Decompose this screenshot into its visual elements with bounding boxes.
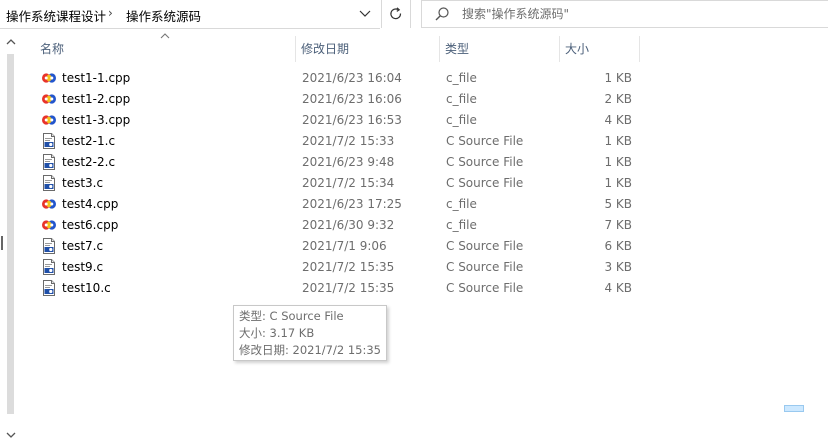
column-header-name[interactable]: 名称 xyxy=(40,34,64,64)
column-divider[interactable] xyxy=(295,36,296,62)
pane-resize-marker[interactable] xyxy=(1,236,3,250)
file-type: C Source File xyxy=(446,239,524,253)
file-type: C Source File xyxy=(446,155,524,169)
address-history-button[interactable] xyxy=(352,2,378,26)
file-name: test1-1.cpp xyxy=(62,71,131,85)
file-name: test9.c xyxy=(62,260,104,274)
file-name: test10.c xyxy=(62,281,111,295)
file-date: 2021/7/2 15:33 xyxy=(302,134,395,148)
scroll-up-arrow-icon[interactable] xyxy=(6,38,16,46)
file-type: C Source File xyxy=(446,134,524,148)
c-file-icon xyxy=(41,280,57,296)
file-date: 2021/6/23 17:25 xyxy=(302,197,402,211)
cpp-file-icon xyxy=(41,91,57,107)
file-row[interactable]: test2-1.c 2021/7/2 15:33 C Source File 1… xyxy=(22,131,662,152)
breadcrumb-separator-icon[interactable]: › xyxy=(108,6,113,20)
file-info-tooltip: 类型: C Source File 大小: 3.17 KB 修改日期: 2021… xyxy=(233,305,387,361)
tooltip-date: 修改日期: 2021/7/2 15:35 xyxy=(239,343,381,357)
file-type: c_file xyxy=(446,197,477,211)
file-row[interactable]: test4.cpp 2021/6/23 17:25 c_file 5 KB xyxy=(22,194,662,215)
file-date: 2021/6/23 9:48 xyxy=(302,155,395,169)
top-bar: 操作系统课程设计 › 操作系统源码 xyxy=(0,0,828,30)
file-name: test4.cpp xyxy=(62,197,119,211)
refresh-button[interactable] xyxy=(381,0,411,28)
file-date: 2021/6/23 16:53 xyxy=(302,113,402,127)
file-size: 1 KB xyxy=(604,71,632,85)
c-file-icon xyxy=(41,259,57,275)
breadcrumb-parent[interactable]: 操作系统课程设计 xyxy=(6,6,106,25)
file-type: c_file xyxy=(446,92,477,106)
file-name: test1-2.cpp xyxy=(62,92,131,106)
search-box[interactable] xyxy=(421,0,828,28)
file-name: test2-1.c xyxy=(62,134,116,148)
column-header-date[interactable]: 修改日期 xyxy=(301,34,349,64)
file-date: 2021/7/1 9:06 xyxy=(302,239,387,253)
tooltip-size: 大小: 3.17 KB xyxy=(239,326,315,340)
file-type: c_file xyxy=(446,113,477,127)
file-row[interactable]: test6.cpp 2021/6/30 9:32 c_file 7 KB xyxy=(22,215,662,236)
file-date: 2021/6/23 16:04 xyxy=(302,71,402,85)
c-file-icon xyxy=(41,154,57,170)
cpp-file-icon xyxy=(41,196,57,212)
breadcrumb-current[interactable]: 操作系统源码 xyxy=(126,6,201,25)
column-divider[interactable] xyxy=(559,36,560,62)
file-row[interactable]: test7.c 2021/7/1 9:06 C Source File 6 KB xyxy=(22,236,662,257)
file-date: 2021/7/2 15:34 xyxy=(302,176,395,190)
file-size: 3 KB xyxy=(604,260,632,274)
file-size: 4 KB xyxy=(604,281,632,295)
column-header-size[interactable]: 大小 xyxy=(565,34,589,64)
file-date: 2021/6/30 9:32 xyxy=(302,218,395,232)
chevron-down-icon xyxy=(359,10,371,17)
cpp-file-icon xyxy=(41,217,57,233)
file-size: 1 KB xyxy=(604,134,632,148)
file-date: 2021/7/2 15:35 xyxy=(302,260,395,274)
refresh-icon xyxy=(390,7,402,20)
file-type: c_file xyxy=(446,71,477,85)
file-date: 2021/7/2 15:35 xyxy=(302,281,395,295)
tooltip-type: 类型: C Source File xyxy=(239,309,344,323)
column-header: 名称 修改日期 类型 大小 xyxy=(22,33,828,64)
file-size: 1 KB xyxy=(604,176,632,190)
cpp-file-icon xyxy=(41,70,57,86)
file-date: 2021/6/23 16:06 xyxy=(302,92,402,106)
file-row[interactable]: test3.c 2021/7/2 15:34 C Source File 1 K… xyxy=(22,173,662,194)
navigation-pane-scrollbar[interactable] xyxy=(0,36,22,438)
file-type: c_file xyxy=(446,218,477,232)
search-icon xyxy=(435,7,449,21)
file-type: C Source File xyxy=(446,176,524,190)
view-toggle-button[interactable] xyxy=(784,405,804,412)
c-file-icon xyxy=(41,175,57,191)
column-divider[interactable] xyxy=(439,36,440,62)
file-size: 4 KB xyxy=(604,113,632,127)
file-row[interactable]: test1-3.cpp 2021/6/23 16:53 c_file 4 KB xyxy=(22,110,662,131)
column-header-type[interactable]: 类型 xyxy=(445,34,469,64)
file-list: test1-1.cpp 2021/6/23 16:04 c_file 1 KB … xyxy=(22,68,662,299)
cpp-file-icon xyxy=(41,112,57,128)
file-name: test1-3.cpp xyxy=(62,113,131,127)
file-size: 2 KB xyxy=(604,92,632,106)
file-name: test2-2.c xyxy=(62,155,116,169)
file-size: 7 KB xyxy=(604,218,632,232)
column-divider[interactable] xyxy=(639,36,640,62)
file-row[interactable]: test2-2.c 2021/6/23 9:48 C Source File 1… xyxy=(22,152,662,173)
scrollbar-thumb[interactable] xyxy=(7,54,14,414)
file-size: 5 KB xyxy=(604,197,632,211)
search-input[interactable] xyxy=(462,5,802,23)
file-row[interactable]: test1-2.cpp 2021/6/23 16:06 c_file 2 KB xyxy=(22,89,662,110)
sort-ascending-icon xyxy=(160,33,170,39)
file-size: 6 KB xyxy=(604,239,632,253)
file-row[interactable]: test9.c 2021/7/2 15:35 C Source File 3 K… xyxy=(22,257,662,278)
file-name: test3.c xyxy=(62,176,104,190)
file-name: test7.c xyxy=(62,239,104,253)
file-name: test6.cpp xyxy=(62,218,119,232)
file-size: 1 KB xyxy=(604,155,632,169)
c-file-icon xyxy=(41,238,57,254)
address-bar[interactable]: 操作系统课程设计 › 操作系统源码 xyxy=(0,0,380,29)
c-file-icon xyxy=(41,133,57,149)
file-type: C Source File xyxy=(446,260,524,274)
scroll-down-arrow-icon[interactable] xyxy=(6,431,16,439)
file-type: C Source File xyxy=(446,281,524,295)
file-row[interactable]: test1-1.cpp 2021/6/23 16:04 c_file 1 KB xyxy=(22,68,662,89)
file-row[interactable]: test10.c 2021/7/2 15:35 C Source File 4 … xyxy=(22,278,662,299)
